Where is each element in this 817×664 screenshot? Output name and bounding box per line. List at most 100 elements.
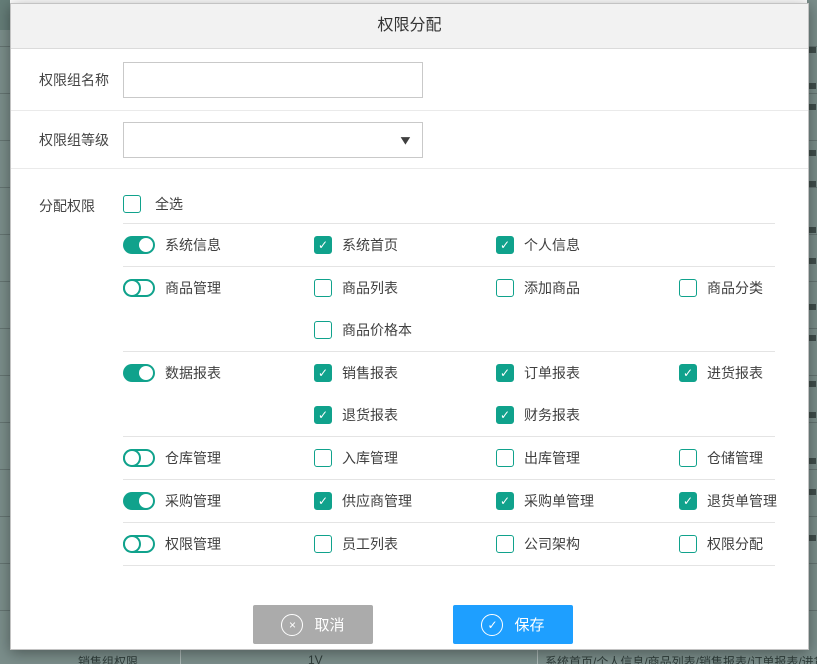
dialog-title: 权限分配 (11, 4, 808, 49)
dropdown-arrow-icon: ▼ (398, 134, 414, 147)
group-level-select[interactable]: ▼ (123, 122, 423, 158)
permission-checkbox[interactable] (679, 279, 697, 297)
select-all-label: 全选 (155, 194, 183, 214)
permission-checkbox[interactable]: ✓ (314, 406, 332, 424)
cancel-button-label: 取消 (314, 614, 344, 635)
module-label: 权限管理 (165, 534, 221, 554)
permission-checkbox[interactable] (314, 321, 332, 339)
permission-checkbox[interactable] (679, 535, 697, 553)
permission-checkbox[interactable]: ✓ (496, 236, 514, 254)
backdrop-text-fragment (808, 150, 816, 156)
permission-label: 供应商管理 (342, 491, 412, 511)
bg-row-name: 销售组权限 (78, 653, 138, 664)
backdrop-text-fragment (808, 535, 816, 541)
permission-cell: 出库管理 (496, 437, 580, 479)
permission-grid-line: 商品价格本 (123, 309, 775, 351)
permission-cell: ✓ 系统首页 (314, 224, 398, 266)
module-toggle[interactable] (123, 279, 155, 297)
module-toggle[interactable] (123, 492, 155, 510)
permission-label: 退货报表 (342, 405, 398, 425)
permission-cell: 商品价格本 (314, 309, 412, 351)
permission-label: 入库管理 (342, 448, 398, 468)
permission-checkbox[interactable] (314, 449, 332, 467)
backdrop-text-fragment (808, 47, 816, 53)
toggle-knob-icon (139, 494, 153, 508)
module-cell: 系统信息 (123, 224, 221, 266)
permission-label: 个人信息 (524, 235, 580, 255)
permission-cell: ✓ 销售报表 (314, 352, 398, 394)
permission-cell: 公司架构 (496, 523, 580, 565)
permission-checkbox[interactable]: ✓ (314, 364, 332, 382)
permission-checkbox[interactable] (314, 535, 332, 553)
permission-label: 进货报表 (707, 363, 763, 383)
permission-label: 员工列表 (342, 534, 398, 554)
save-circle-icon: ✓ (481, 614, 503, 636)
permission-grid: 系统信息✓系统首页✓个人信息商品管理商品列表添加商品商品分类商品价格本数据报表✓… (11, 224, 808, 566)
permission-group: 采购管理✓供应商管理✓采购单管理✓退货单管理 (123, 480, 775, 523)
permission-label: 订单报表 (524, 363, 580, 383)
permission-label: 商品分类 (707, 278, 763, 298)
permission-label: 财务报表 (524, 405, 580, 425)
permission-checkbox[interactable] (496, 449, 514, 467)
toggle-knob-icon (139, 366, 153, 380)
module-cell: 商品管理 (123, 267, 221, 309)
group-name-label: 权限组名称 (39, 70, 109, 90)
permission-cell: 员工列表 (314, 523, 398, 565)
permission-cell: ✓ 订单报表 (496, 352, 580, 394)
permission-label: 权限分配 (707, 534, 763, 554)
permission-group: 数据报表 ✓ 销售报表 ✓ 订单报表 ✓ 进货报表 ✓ 退货报表 ✓ 财务报表 (123, 352, 775, 437)
permission-cell: 入库管理 (314, 437, 398, 479)
group-level-row: 权限组等级 ▼ (11, 111, 808, 169)
save-button-label: 保存 (514, 614, 544, 635)
group-level-label: 权限组等级 (39, 130, 109, 150)
module-toggle[interactable] (123, 236, 155, 254)
permission-label: 系统首页 (342, 235, 398, 255)
module-cell: 数据报表 (123, 352, 221, 394)
permission-cell: 权限分配 (679, 523, 763, 565)
assign-permission-label: 分配权限 (39, 196, 95, 216)
cancel-button[interactable]: × 取消 (253, 605, 373, 644)
permission-cell: ✓ 退货报表 (314, 394, 398, 436)
permission-checkbox[interactable]: ✓ (314, 236, 332, 254)
module-toggle[interactable] (123, 535, 155, 553)
permission-checkbox[interactable]: ✓ (679, 492, 697, 510)
permission-grid-line: 权限管理 员工列表 公司架构 权限分配 (123, 523, 775, 565)
permission-grid-line: 数据报表 ✓ 销售报表 ✓ 订单报表 ✓ 进货报表 (123, 352, 775, 394)
permission-cell: ✓ 采购单管理 (496, 480, 594, 522)
permission-cell: ✓ 财务报表 (496, 394, 580, 436)
backdrop-text-fragment (808, 181, 816, 187)
permission-cell: ✓ 个人信息 (496, 224, 580, 266)
group-name-row: 权限组名称 (11, 49, 808, 111)
module-label: 仓库管理 (165, 448, 221, 468)
backdrop-text-fragment (808, 104, 816, 110)
backdrop-text-fragment (808, 412, 816, 418)
backdrop-text-fragment (808, 258, 816, 264)
cancel-circle-icon: × (281, 614, 303, 636)
save-button[interactable]: ✓ 保存 (453, 605, 573, 644)
select-all-checkbox[interactable] (123, 195, 141, 213)
permission-label: 仓储管理 (707, 448, 763, 468)
permission-label: 添加商品 (524, 278, 580, 298)
permission-grid-line: 系统信息 ✓ 系统首页 ✓ 个人信息 (123, 224, 775, 266)
module-cell: 权限管理 (123, 523, 221, 565)
permission-checkbox[interactable]: ✓ (496, 364, 514, 382)
permission-checkbox[interactable] (496, 279, 514, 297)
permission-checkbox[interactable] (679, 449, 697, 467)
group-name-input[interactable] (123, 62, 423, 98)
permission-checkbox[interactable]: ✓ (679, 364, 697, 382)
module-toggle[interactable] (123, 364, 155, 382)
permission-checkbox[interactable] (314, 279, 332, 297)
permission-checkbox[interactable]: ✓ (496, 406, 514, 424)
permission-cell: 仓储管理 (679, 437, 763, 479)
permission-group: 商品管理 商品列表 添加商品 商品分类商品价格本 (123, 267, 775, 352)
toggle-knob-icon (123, 449, 141, 467)
permission-checkbox[interactable]: ✓ (496, 492, 514, 510)
permission-checkbox[interactable]: ✓ (314, 492, 332, 510)
module-toggle[interactable] (123, 449, 155, 467)
permission-grid-line: 商品管理 商品列表 添加商品 商品分类 (123, 267, 775, 309)
permission-checkbox[interactable] (496, 535, 514, 553)
permission-label: 采购单管理 (524, 491, 594, 511)
backdrop-corner-block (0, 0, 10, 30)
permission-label: 销售报表 (342, 363, 398, 383)
permission-cell: 商品列表 (314, 267, 398, 309)
